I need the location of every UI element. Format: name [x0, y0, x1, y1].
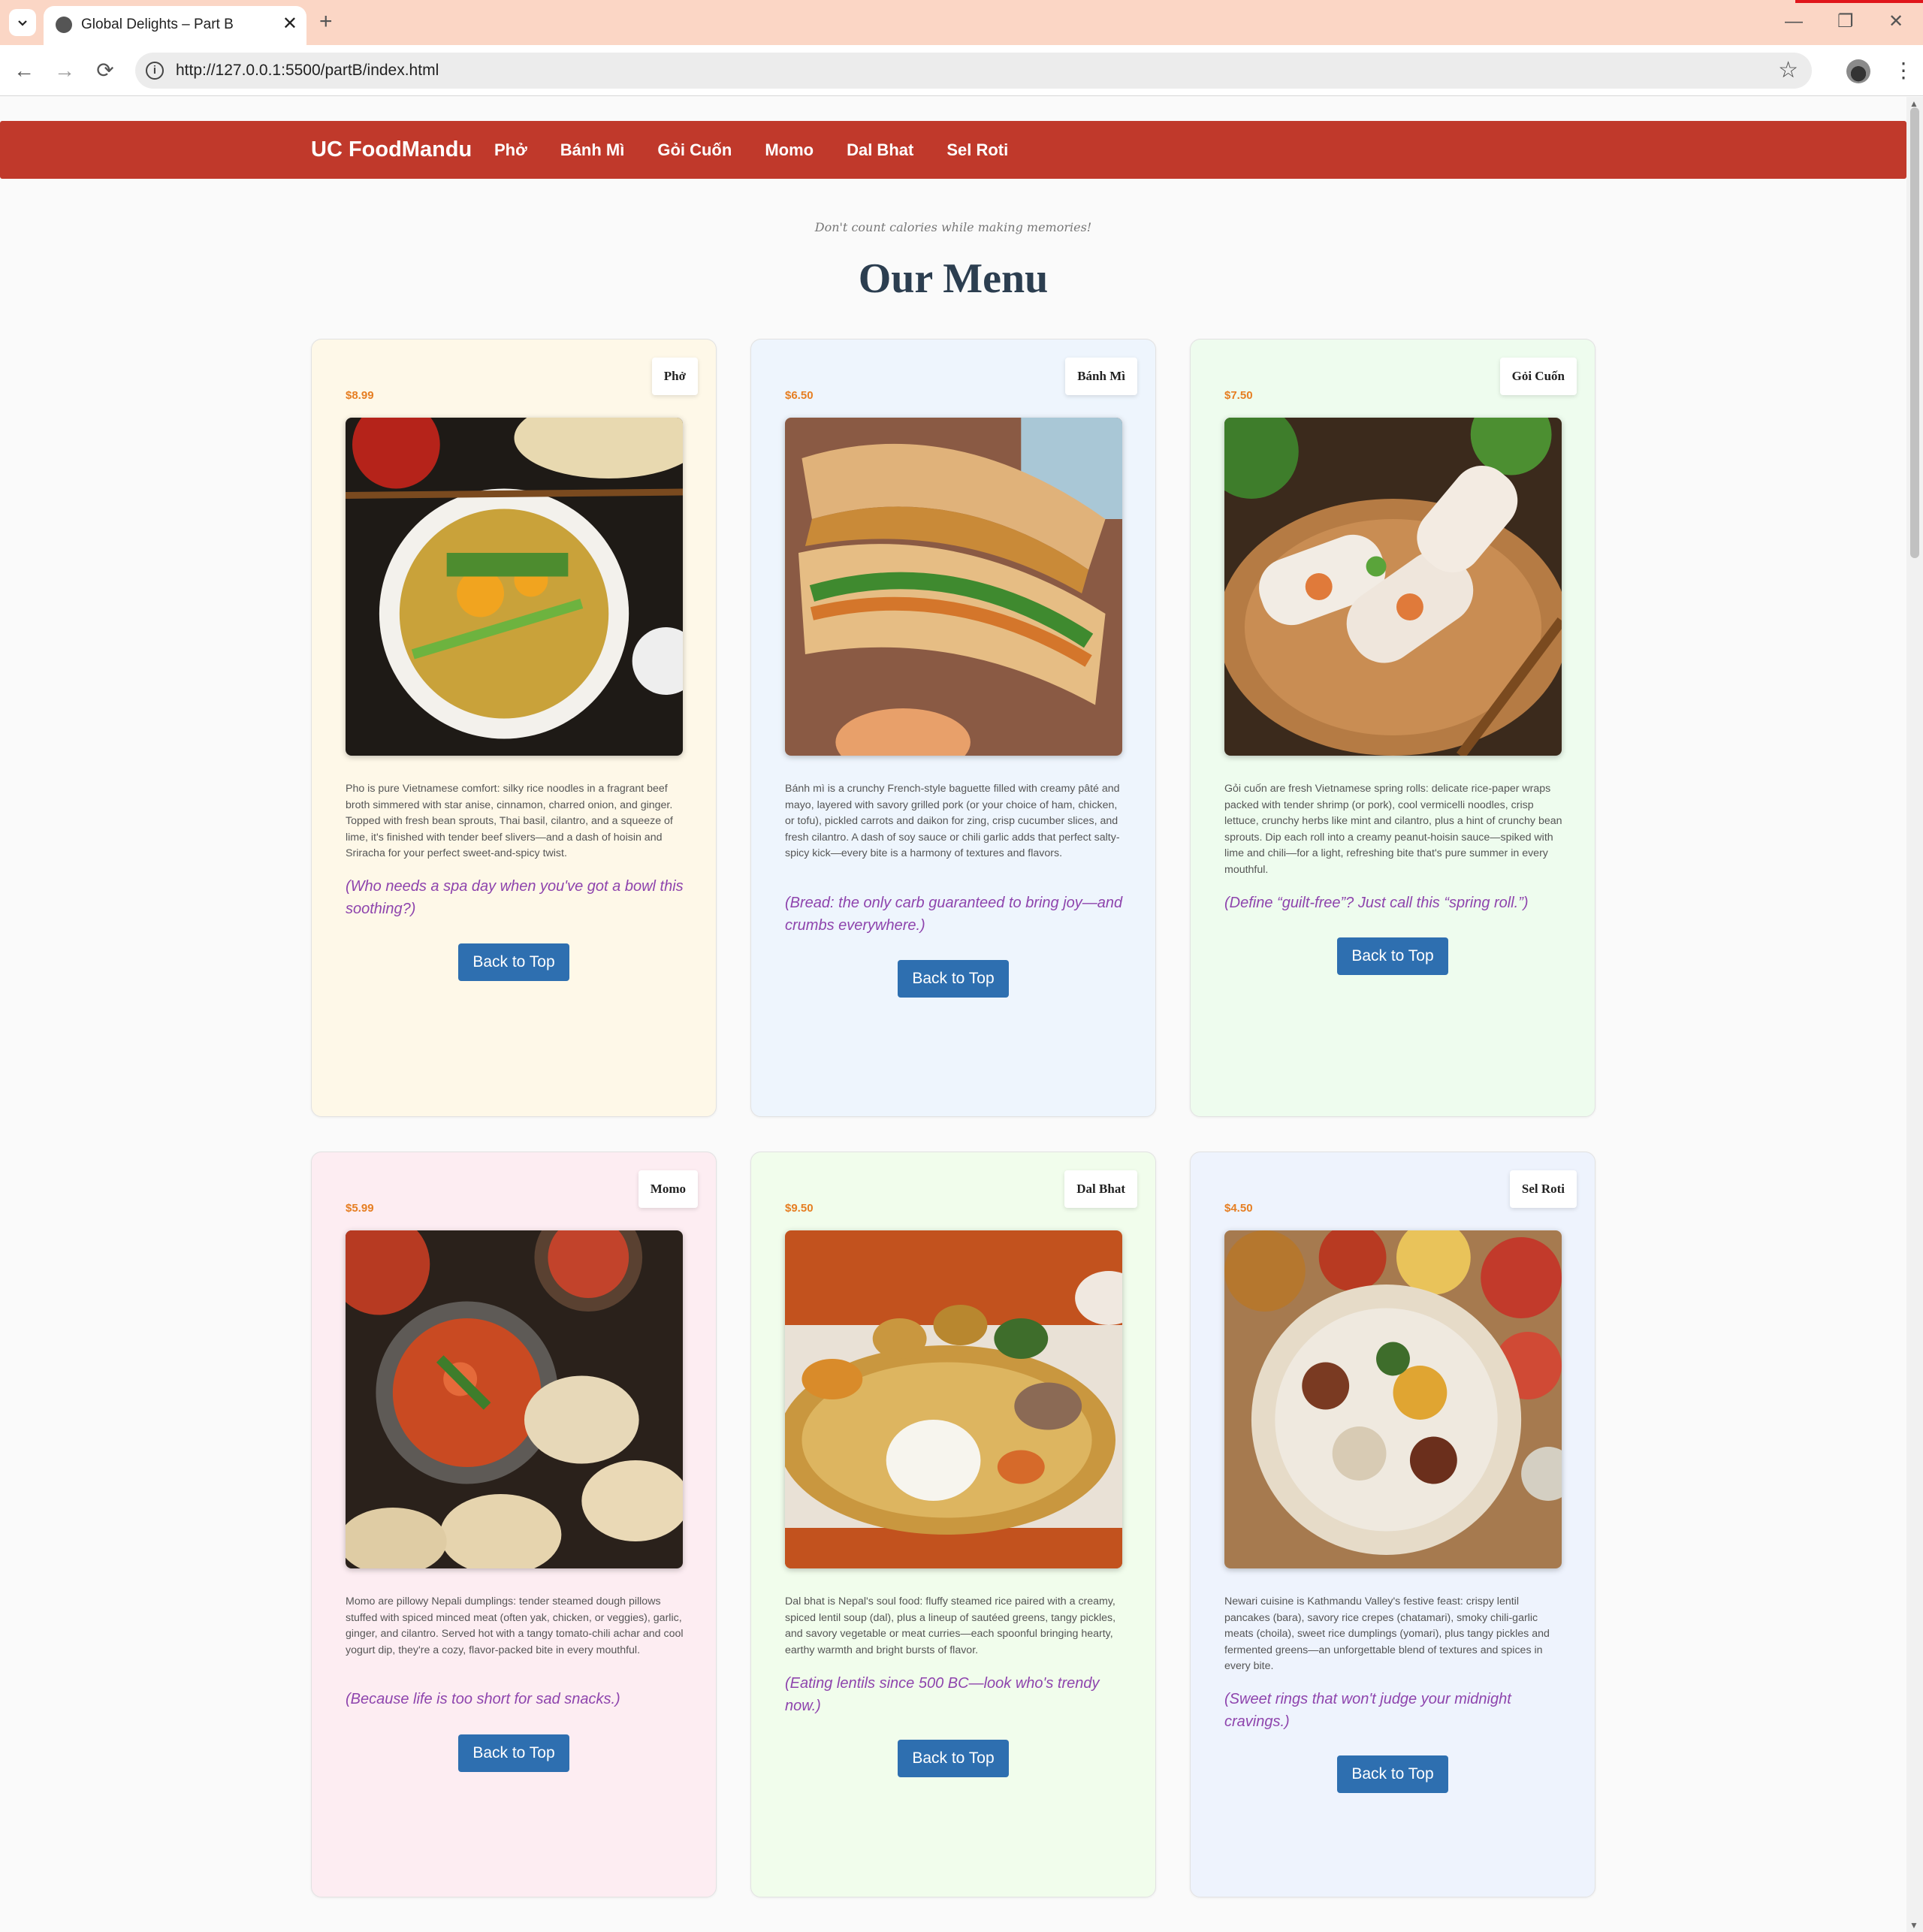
- menu-card-dal-bhat: Dal Bhat $9.50 Dal bhat is Nepal's soul …: [750, 1152, 1156, 1897]
- close-window-button[interactable]: ✕: [1888, 9, 1903, 35]
- card-description: Momo are pillowy Nepali dumplings: tende…: [346, 1595, 684, 1656]
- bookmark-star-icon[interactable]: ☆: [1778, 57, 1798, 84]
- back-to-top-button[interactable]: Back to Top: [898, 1740, 1009, 1777]
- momo-photo: [346, 1230, 683, 1568]
- nav-link-pho[interactable]: Phở: [494, 140, 527, 160]
- card-price: $4.50: [1224, 1202, 1253, 1215]
- card-quip: (Sweet rings that won't judge your midni…: [1224, 1691, 1511, 1730]
- card-price: $8.99: [346, 389, 374, 402]
- card-label: Bánh Mì: [1065, 358, 1137, 395]
- address-bar[interactable]: i http://127.0.0.1:5500/partB/index.html…: [135, 53, 1812, 89]
- forward-arrow-icon[interactable]: →: [51, 57, 78, 84]
- browser-toolbar: ← → ⟳ i http://127.0.0.1:5500/partB/inde…: [0, 45, 1923, 96]
- menu-card-momo: Momo $5.99 Momo are pillowy Nepali dumpl…: [311, 1152, 717, 1897]
- card-quip: (Who needs a spa day when you've got a b…: [346, 878, 684, 917]
- back-arrow-icon[interactable]: ←: [11, 57, 38, 84]
- goi-cuon-photo: [1224, 418, 1562, 756]
- banh-mi-photo: [785, 418, 1122, 756]
- page-scrollbar[interactable]: ▲ ▼: [1906, 97, 1923, 1932]
- card-label: Dal Bhat: [1064, 1170, 1137, 1208]
- tab-title: Global Delights – Part B: [81, 17, 234, 32]
- nav-link-dal-bhat[interactable]: Dal Bhat: [847, 140, 913, 160]
- site-info-icon[interactable]: i: [146, 62, 164, 80]
- reload-icon[interactable]: ⟳: [92, 57, 119, 84]
- dal-bhat-photo: [785, 1230, 1122, 1568]
- card-price: $6.50: [785, 389, 814, 402]
- browser-tab-strip: Global Delights – Part B ✕ + — ❐ ✕: [0, 0, 1923, 45]
- card-label: Sel Roti: [1509, 1170, 1577, 1208]
- scroll-down-icon[interactable]: ▼: [1909, 1920, 1918, 1930]
- menu-card-sel-roti: Sel Roti $4.50 Newari cuisine is Kathman…: [1190, 1152, 1595, 1897]
- card-quip: (Bread: the only carb guaranteed to brin…: [785, 895, 1123, 934]
- card-label: Momo: [638, 1170, 698, 1208]
- card-description: Gỏi cuốn are fresh Vietnamese spring rol…: [1224, 783, 1562, 876]
- card-price: $5.99: [346, 1202, 374, 1215]
- maximize-button[interactable]: ❐: [1837, 9, 1854, 35]
- card-quip: (Because life is too short for sad snack…: [346, 1691, 620, 1707]
- browser-tab[interactable]: Global Delights – Part B ✕: [44, 6, 306, 45]
- nav-link-banh-mi[interactable]: Bánh Mì: [560, 140, 625, 160]
- menu-card-pho: Phở $8.99 Pho is pure Vietnamese comfort…: [311, 339, 717, 1117]
- pho-photo: [346, 418, 683, 756]
- card-description: Newari cuisine is Kathmandu Valley's fes…: [1224, 1595, 1550, 1672]
- card-quip: (Eating lentils since 500 BC—look who's …: [785, 1675, 1100, 1714]
- card-price: $9.50: [785, 1202, 814, 1215]
- site-brand[interactable]: UC FoodMandu: [311, 137, 472, 162]
- site-navbar: UC FoodMandu Phở Bánh Mì Gỏi Cuốn Momo D…: [0, 121, 1906, 179]
- back-to-top-button[interactable]: Back to Top: [898, 960, 1009, 998]
- browser-menu-icon[interactable]: ⋮: [1893, 57, 1914, 84]
- page-viewport: UC FoodMandu Phở Bánh Mì Gỏi Cuốn Momo D…: [0, 97, 1906, 1932]
- card-label: Phở: [651, 358, 698, 395]
- new-tab-button[interactable]: +: [319, 9, 333, 35]
- window-accent: [1795, 0, 1923, 3]
- nav-link-goi-cuon[interactable]: Gỏi Cuốn: [657, 140, 732, 160]
- close-tab-icon[interactable]: ✕: [282, 14, 297, 35]
- card-description: Dal bhat is Nepal's soul food: fluffy st…: [785, 1595, 1116, 1656]
- nav-links: Phở Bánh Mì Gỏi Cuốn Momo Dal Bhat Sel R…: [494, 140, 1008, 160]
- url-text[interactable]: http://127.0.0.1:5500/partB/index.html: [176, 62, 439, 80]
- card-description: Pho is pure Vietnamese comfort: silky ri…: [346, 783, 673, 859]
- card-quip: (Define “guilt-free”? Just call this “sp…: [1224, 895, 1529, 911]
- nav-link-momo[interactable]: Momo: [765, 140, 814, 160]
- back-to-top-button[interactable]: Back to Top: [1337, 937, 1448, 975]
- profile-avatar[interactable]: [1846, 59, 1870, 83]
- tagline: Don't count calories while making memori…: [814, 220, 1092, 234]
- card-price: $7.50: [1224, 389, 1253, 402]
- nav-link-sel-roti[interactable]: Sel Roti: [946, 140, 1008, 160]
- sel-roti-photo: [1224, 1230, 1562, 1568]
- back-to-top-button[interactable]: Back to Top: [1337, 1755, 1448, 1793]
- chevron-down-icon: [18, 20, 27, 26]
- menu-card-goi-cuon: Gỏi Cuốn $7.50 Gỏi cuốn are fresh Vietna…: [1190, 339, 1595, 1117]
- back-to-top-button[interactable]: Back to Top: [458, 943, 569, 981]
- tab-search-button[interactable]: [9, 9, 36, 36]
- globe-icon: [56, 17, 72, 33]
- card-label: Gỏi Cuốn: [1499, 358, 1577, 395]
- minimize-button[interactable]: —: [1785, 9, 1803, 35]
- menu-card-banh-mi: Bánh Mì $6.50 Bánh mì is a crunchy Frenc…: [750, 339, 1156, 1117]
- back-to-top-button[interactable]: Back to Top: [458, 1734, 569, 1772]
- page-title: Our Menu: [858, 255, 1049, 302]
- card-description: Bánh mì is a crunchy French-style baguet…: [785, 783, 1120, 859]
- scroll-thumb[interactable]: [1910, 107, 1919, 558]
